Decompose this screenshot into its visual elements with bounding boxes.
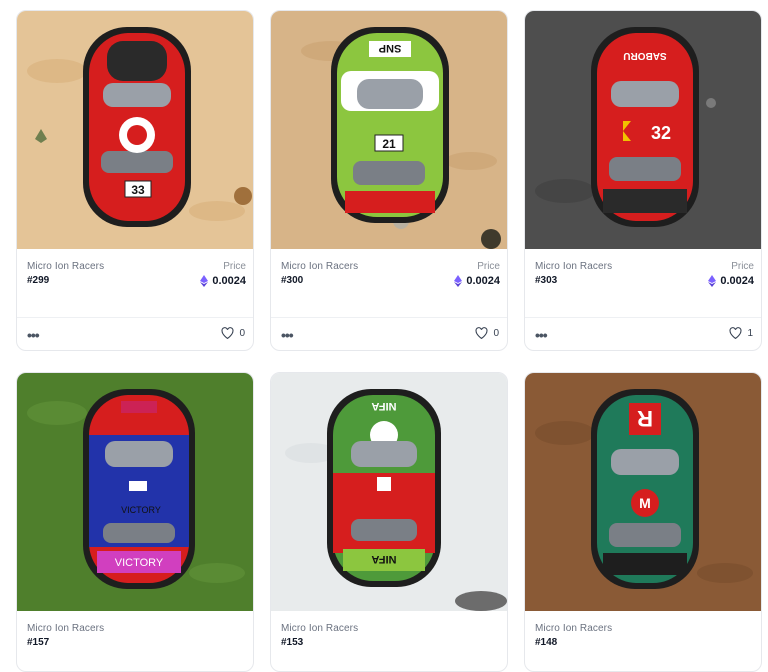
- price-label: Price: [477, 261, 500, 272]
- nft-card-300[interactable]: SNP 21 Micro Ion Racers #300 Price 0.002…: [270, 10, 508, 351]
- price-value: 0.0024: [708, 275, 754, 287]
- price-label: Price: [731, 261, 754, 272]
- like-count: 1: [747, 327, 753, 339]
- svg-text:SABORU: SABORU: [623, 50, 666, 61]
- like-button[interactable]: 1: [729, 327, 753, 339]
- token-id: #148: [535, 637, 558, 648]
- collection-name: Micro Ion Racers: [535, 261, 613, 272]
- svg-text:VICTORY: VICTORY: [115, 557, 164, 569]
- nft-artwork[interactable]: 33: [17, 11, 253, 249]
- nft-card-299[interactable]: 33 Micro Ion Racers #299 Price 0.0024 ••…: [16, 10, 254, 351]
- heart-icon: [729, 327, 742, 339]
- svg-text:NIFA: NIFA: [371, 400, 396, 412]
- nft-artwork[interactable]: VICTORY VICTORY: [17, 373, 253, 611]
- token-id: #157: [27, 637, 50, 648]
- nft-artwork[interactable]: NIFA NIFA: [271, 373, 507, 611]
- more-dots-icon[interactable]: •••: [535, 327, 548, 343]
- like-button[interactable]: 0: [475, 327, 499, 339]
- token-id: #299: [27, 275, 50, 286]
- svg-text:M: M: [639, 495, 651, 511]
- nft-artwork[interactable]: SNP 21: [271, 11, 507, 249]
- nft-card-303[interactable]: SABORU 32 Micro Ion Racers #303 Price 0.…: [524, 10, 762, 351]
- collection-name: Micro Ion Racers: [535, 623, 613, 634]
- collection-name: Micro Ion Racers: [27, 623, 105, 634]
- heart-icon: [475, 327, 488, 339]
- price-label: Price: [223, 261, 246, 272]
- more-dots-icon[interactable]: •••: [27, 327, 40, 343]
- price-amount: 0.0024: [720, 275, 754, 287]
- more-dots-icon[interactable]: •••: [281, 327, 294, 343]
- svg-text:33: 33: [131, 183, 145, 197]
- nft-artwork[interactable]: R M: [525, 373, 761, 611]
- svg-text:SNP: SNP: [379, 42, 402, 54]
- collection-name: Micro Ion Racers: [27, 261, 105, 272]
- token-id: #303: [535, 275, 558, 286]
- svg-text:R: R: [637, 406, 653, 431]
- nft-artwork[interactable]: SABORU 32: [525, 11, 761, 249]
- svg-text:21: 21: [382, 137, 396, 151]
- collection-name: Micro Ion Racers: [281, 261, 359, 272]
- collection-name: Micro Ion Racers: [281, 623, 359, 634]
- ethereum-icon: [454, 275, 463, 287]
- token-id: #300: [281, 275, 304, 286]
- price-value: 0.0024: [200, 275, 246, 287]
- nft-card-148[interactable]: R M Micro Ion Racers #148: [524, 372, 762, 672]
- price-value: 0.0024: [454, 275, 500, 287]
- nft-card-157[interactable]: VICTORY VICTORY Micro Ion Racers #157: [16, 372, 254, 672]
- svg-text:VICTORY: VICTORY: [121, 505, 161, 515]
- ethereum-icon: [200, 275, 209, 287]
- like-button[interactable]: 0: [221, 327, 245, 339]
- price-amount: 0.0024: [466, 275, 500, 287]
- like-count: 0: [493, 327, 499, 339]
- heart-icon: [221, 327, 234, 339]
- price-amount: 0.0024: [212, 275, 246, 287]
- ethereum-icon: [708, 275, 717, 287]
- nft-card-153[interactable]: NIFA NIFA Micro Ion Racers #153: [270, 372, 508, 672]
- token-id: #153: [281, 637, 304, 648]
- svg-text:32: 32: [651, 123, 671, 143]
- svg-text:NIFA: NIFA: [371, 553, 396, 565]
- like-count: 0: [239, 327, 245, 339]
